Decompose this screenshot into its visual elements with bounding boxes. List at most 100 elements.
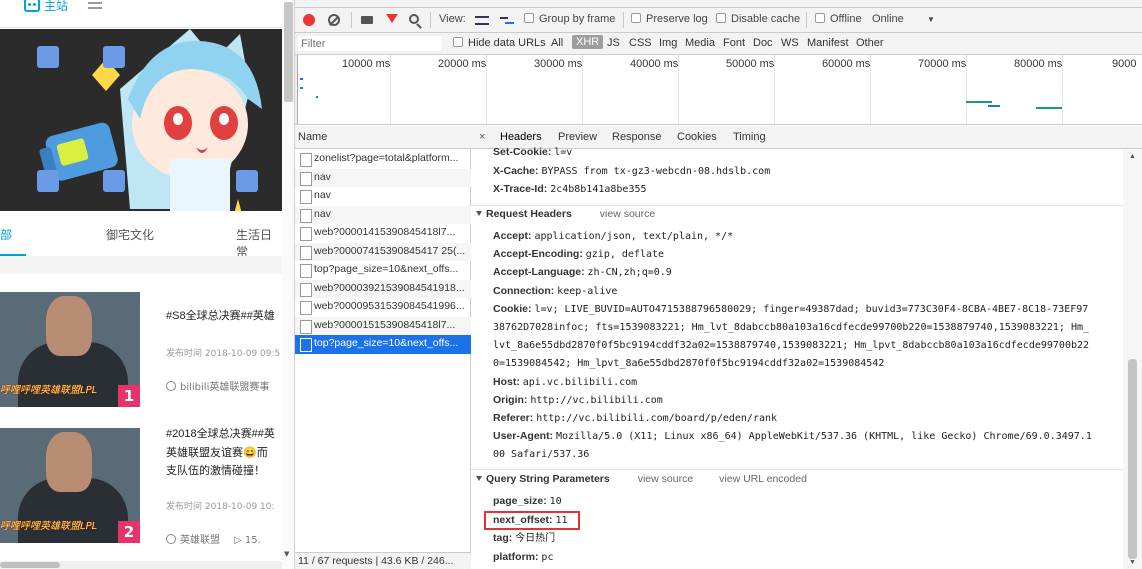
scrollbar-thumb[interactable] [0,562,60,568]
video-title[interactable]: #S8全球总决赛##英雄 [166,307,282,326]
header-line: X-Cache: BYPASS from tx-gz3-webcdn-08.hd… [493,162,770,181]
request-row[interactable]: web?00007415390845417 25(... [295,242,471,261]
page-vertical-scrollbar[interactable]: ▼ [282,0,295,569]
clear-icon[interactable] [328,14,340,26]
horizontal-scrollbar[interactable] [0,561,282,569]
type-filter-doc[interactable]: Doc [753,37,773,49]
timeline-request-mark [1036,107,1062,109]
group-by-frame-checkbox[interactable]: Group by frame [524,13,615,25]
disable-cache-checkbox[interactable]: Disable cache [716,13,800,25]
type-filter-other[interactable]: Other [856,37,884,49]
header-line: Accept: application/json, text/plain, */… [493,227,733,246]
video-thumbnail[interactable]: 呼哩呼哩英雄联盟LPL 1 [0,292,140,407]
search-icon[interactable] [409,14,419,24]
filter-bar: Hide data URLs All XHR JS CSS Img Media … [295,33,1142,55]
decor-square [103,170,125,192]
network-overview-timeline[interactable]: 10000 ms 20000 ms 30000 ms 40000 ms 5000… [295,55,1142,125]
query-string-toggle[interactable]: Query String Parameters view source view U… [476,473,807,485]
scroll-down-arrow-icon[interactable]: ▼ [284,550,289,558]
request-row[interactable]: nav [295,187,471,206]
filter-icon[interactable] [386,14,398,23]
devtools-tab-strip [295,0,1142,8]
scroll-down-arrow-icon[interactable]: ▼ [1129,559,1136,566]
request-row[interactable]: top?page_size=10&next_offs... [295,335,471,354]
request-row[interactable]: zonelist?page=total&platform... [295,150,471,169]
video-card[interactable]: 呼哩呼哩英雄联盟LPL 2 #2018全球总决赛##英 英雄联盟友谊赛😄而 支队… [0,428,282,548]
request-row[interactable]: nav [295,205,471,224]
capture-screenshots-icon[interactable] [361,16,373,24]
uploader[interactable]: bilibili英雄联盟赛事 [166,378,269,393]
type-filter-css[interactable]: CSS [629,37,652,49]
uploader-name: bilibili英雄联盟赛事 [180,382,270,393]
request-row[interactable]: nav [295,168,471,187]
throttle-select[interactable]: Online [872,13,904,25]
tab-otaku-culture[interactable]: 御宅文化 [106,226,154,243]
type-filter-ws[interactable]: WS [781,37,799,49]
publish-date: 发布时间 2018-10-09 10: [166,502,275,512]
type-filter-manifest[interactable]: Manifest [807,37,849,49]
tab-cookies[interactable]: Cookies [677,131,717,143]
uploader[interactable]: 英雄联盟 ▷ 15. [166,531,261,546]
header-line: Connection: keep-alive [493,282,617,301]
banner-image[interactable] [0,29,282,211]
tab-timing[interactable]: Timing [733,131,766,143]
header-value: Mozilla/5.0 (X11; Linux x86_64) AppleWeb… [556,431,1092,443]
header-value: keep-alive [557,285,618,297]
chevron-down-icon[interactable]: ▼ [927,15,935,24]
video-thumbnail[interactable]: 呼哩呼哩英雄联盟LPL 2 [0,428,140,543]
record-icon[interactable] [303,14,315,26]
scroll-up-arrow-icon[interactable]: ▲ [1129,153,1136,160]
filter-input[interactable] [297,35,443,52]
header-line: Origin: http://vc.bilibili.com [493,391,663,410]
header-value: 10 [549,496,562,507]
close-icon[interactable]: × [479,131,485,143]
scrollbar-thumb[interactable] [1128,359,1137,559]
tab-response[interactable]: Response [612,131,662,143]
header-line: User-Agent: Mozilla/5.0 (X11; Linux x86_… [493,427,1092,446]
tab-headers[interactable]: Headers [500,131,542,143]
type-filter-img[interactable]: Img [659,37,677,49]
tab-preview[interactable]: Preview [558,131,597,143]
request-row[interactable]: web?00001515390845418l7... [295,316,471,335]
scrollbar-thumb[interactable] [284,2,293,102]
header-key: Referer: [493,412,534,424]
view-url-encoded-link[interactable]: view URL encoded [719,473,807,485]
request-headers-toggle[interactable]: Request Headers view source [476,208,655,220]
tab-all[interactable]: 部 [0,226,12,243]
request-row[interactable]: web?00001415390845418l7... [295,224,471,243]
type-filter-font[interactable]: Font [723,37,745,49]
details-scrollbar[interactable]: ▲ ▼ [1123,149,1142,569]
video-card[interactable]: 呼哩呼哩英雄联盟LPL 1 #S8全球总决赛##英雄 发布时间 2018-10-… [0,292,282,412]
type-filter-js[interactable]: JS [607,37,620,49]
rank-badge: 2 [118,521,140,543]
timeline-request-mark [300,78,303,80]
timeline-tick-label: 50000 ms [726,58,775,70]
tv-logo-icon[interactable] [24,0,40,12]
header-line: Accept-Encoding: gzip, deflate [493,245,664,264]
name-column-header[interactable]: Name [295,126,471,149]
section-divider [0,256,282,274]
thumbnail-caption: 呼哩呼哩英雄联盟LPL [0,521,98,532]
triangle-down-icon [476,476,482,481]
request-row[interactable]: web?00003921539084541918... [295,279,471,298]
offline-checkbox[interactable]: Offline [815,13,862,25]
video-title[interactable]: #2018全球总决赛##英 [166,425,282,444]
view-source-link[interactable]: view source [638,473,693,485]
home-link[interactable]: 主站 [44,0,68,14]
hide-data-urls-checkbox[interactable]: Hide data URLs [453,37,546,49]
type-filter-media[interactable]: Media [685,37,715,49]
type-filter-all[interactable]: All [551,37,563,49]
preserve-log-checkbox[interactable]: Preserve log [631,13,708,25]
view-source-link[interactable]: view source [600,208,655,220]
request-details-pane: × Headers Preview Response Cookies Timin… [471,126,1142,569]
header-line: Accept-Language: zh-CN,zh;q=0.9 [493,263,672,282]
tab-daily-life[interactable]: 生活日常 [236,226,282,260]
large-rows-icon[interactable] [475,16,489,25]
type-filter-xhr[interactable]: XHR [572,35,604,49]
request-row[interactable]: top?page_size=10&next_offs... [295,261,471,280]
waterfall-icon[interactable] [500,16,514,25]
thumbnail-caption: 呼哩呼哩英雄联盟LPL [0,385,98,396]
hamburger-menu-icon[interactable] [88,0,102,9]
request-row[interactable]: web?00009531539084541996... [295,298,471,317]
header-key: Origin: [493,393,528,406]
